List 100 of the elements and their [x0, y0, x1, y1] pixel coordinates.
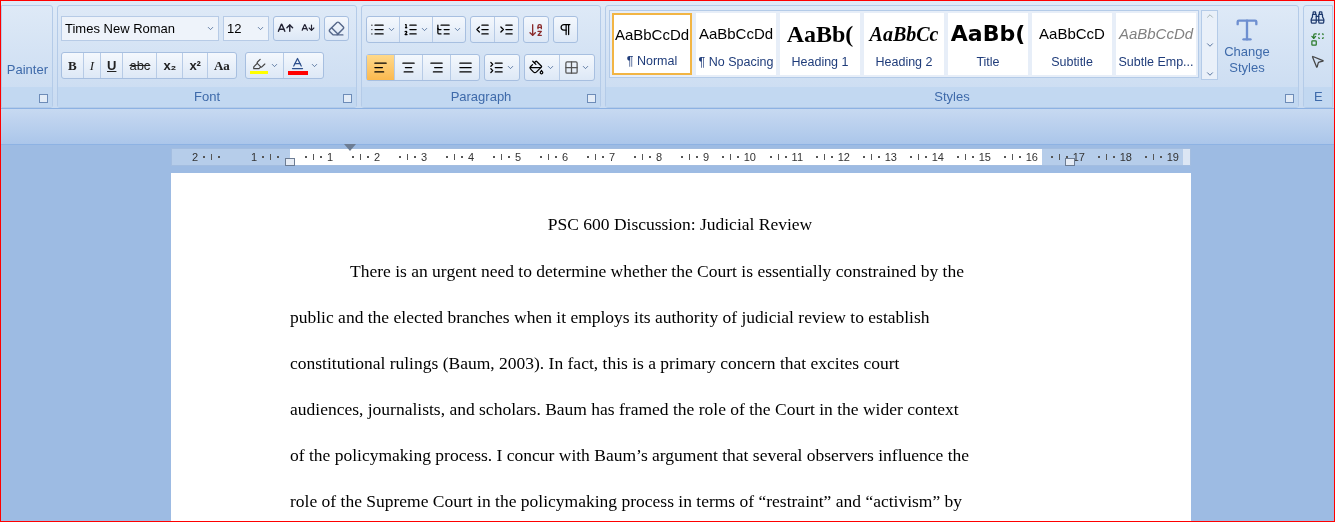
align-lines-icon	[401, 60, 416, 75]
change-styles-button[interactable]: Change Styles	[1222, 44, 1272, 76]
replace-icon[interactable]	[1310, 32, 1325, 47]
gallery-scrollbar[interactable]	[1201, 10, 1218, 80]
style-name: Heading 2	[875, 54, 933, 72]
dropdown-caret-icon	[546, 63, 555, 72]
ruler-number: 19	[1165, 149, 1180, 165]
ruler-number: 4	[466, 149, 475, 165]
increase-indent-icon[interactable]	[499, 22, 514, 37]
borders-icon[interactable]	[564, 60, 579, 75]
format-button[interactable]: Aa	[207, 53, 236, 78]
style-preview: AaBbCcD	[1039, 24, 1105, 44]
indent-marker-icon[interactable]	[285, 158, 295, 166]
document-title: PSC 600 Discussion: Judicial Review	[547, 214, 813, 234]
group-label: Paragraph	[450, 88, 512, 107]
style-name: Heading 1	[791, 54, 849, 72]
dropdown-caret-icon	[387, 25, 396, 34]
decrease-indent-icon[interactable]	[475, 22, 490, 37]
style-tile[interactable]: AaBbCc Heading 2	[864, 13, 944, 75]
body-text-line: of the policymaking process. I concur with Baum’s argument that several observers influence the	[290, 444, 970, 468]
style-preview: AaBbCcDd	[614, 25, 690, 45]
ruler-number: 12	[836, 149, 851, 165]
style-tile[interactable]: AaBbCcDd ¶ Normal	[612, 13, 692, 75]
select-icon[interactable]	[1310, 54, 1325, 69]
ruler-number: 3	[419, 149, 428, 165]
expand-gallery-icon[interactable]	[1204, 69, 1215, 79]
bullet-list-icon[interactable]	[370, 22, 385, 37]
format-button[interactable]: x₂	[157, 53, 184, 78]
style-preview: AaBbCcDd	[698, 24, 774, 44]
style-name: Subtitle	[1051, 54, 1093, 72]
ruler-number: 16	[1024, 149, 1039, 165]
ruler-number: 15	[977, 149, 992, 165]
align-lines-icon	[457, 60, 473, 75]
group-label: Styles	[934, 88, 970, 107]
format-button[interactable]: x²	[183, 53, 208, 78]
format-button[interactable]: U	[101, 53, 124, 78]
dropdown-caret-icon	[506, 63, 515, 72]
line-spacing-icon[interactable]	[489, 60, 504, 75]
ruler-number: 7	[607, 149, 616, 165]
body-text-line: constitutional rulings (Baum, 2003). In fact, this is a primary concern that excites court	[290, 352, 900, 376]
group-label: Font	[194, 88, 220, 107]
body-text-line: audiences, journalists, and scholars. Baum has framed the role of the Court in the wider context	[290, 398, 959, 422]
dropdown-caret-icon	[420, 25, 429, 34]
style-name: Subtle Emp...	[1118, 54, 1194, 72]
align-lines-icon	[429, 60, 444, 75]
ruler-number: 10	[742, 149, 757, 165]
style-tile[interactable]: AaBb( Heading 1	[780, 13, 860, 75]
numbered-list-icon[interactable]	[403, 22, 418, 37]
format-button[interactable]: abc	[123, 53, 158, 78]
highlight-color-swatch	[249, 71, 268, 74]
shading-icon[interactable]	[529, 60, 544, 75]
dropdown-caret-icon	[269, 61, 279, 70]
body-text-line: role of the Supreme Court in the policymaking process in terms of “restraint” and “activism” by	[290, 490, 963, 514]
ruler-number: 6	[560, 149, 569, 165]
dialog-launcher-icon[interactable]	[343, 94, 352, 103]
highlighter-icon[interactable]	[251, 57, 266, 71]
ruler-number: 1	[325, 149, 334, 165]
style-preview: AaBbCcDd	[1118, 24, 1194, 44]
font-name-field[interactable]: Times New Roman	[61, 16, 219, 41]
align-lines-icon	[373, 60, 388, 75]
font-color-icon[interactable]	[290, 56, 306, 71]
font-size-field[interactable]: 12	[223, 16, 269, 41]
style-preview: AaBbCc	[869, 22, 939, 47]
ruler-number: 2	[372, 149, 381, 165]
dropdown-caret-icon	[206, 24, 215, 33]
format-button[interactable]: I	[83, 53, 101, 78]
scroll-down-icon[interactable]	[1204, 40, 1215, 50]
ruler-number: 9	[701, 149, 710, 165]
find-icon[interactable]	[1310, 10, 1325, 25]
style-name: ¶ Normal	[626, 53, 678, 71]
dropdown-caret-icon	[581, 63, 590, 72]
group-label: E	[1314, 88, 1323, 107]
ruler-number: 11	[790, 149, 804, 165]
multilevel-list-icon[interactable]	[436, 22, 451, 37]
dropdown-caret-icon	[256, 24, 265, 33]
ruler-number: 2	[191, 149, 200, 165]
indent-marker-icon[interactable]	[1065, 158, 1075, 166]
align-button[interactable]	[367, 55, 395, 80]
style-preview: AaBb(	[950, 20, 1026, 48]
style-tile[interactable]: AaBbCcD Subtitle	[1032, 13, 1112, 75]
show-marks-icon[interactable]	[558, 22, 573, 37]
style-tile[interactable]: AaBbCcDd Subtle Emp...	[1116, 13, 1196, 75]
ruler-number: 1	[250, 149, 259, 165]
dialog-launcher-icon[interactable]	[1285, 94, 1294, 103]
ruler-number: 5	[513, 149, 522, 165]
ruler-number: 8	[654, 149, 663, 165]
ruler-number: 18	[1118, 149, 1133, 165]
ruler-number: 13	[883, 149, 898, 165]
body-text-line: There is an urgent need to determine whether the Court is essentially constrained by the	[349, 260, 964, 284]
dialog-launcher-icon[interactable]	[587, 94, 596, 103]
body-text-line: public and the elected branches when it employs its authority of judicial review to establish	[290, 306, 930, 330]
style-preview: AaBb(	[786, 20, 854, 48]
dialog-launcher-icon[interactable]	[39, 94, 48, 103]
sort-icon[interactable]	[528, 21, 544, 38]
format-button[interactable]: B	[62, 53, 84, 78]
style-tile[interactable]: AaBb( Title	[948, 13, 1028, 75]
indent-marker-icon[interactable]	[344, 144, 356, 151]
style-tile[interactable]: AaBbCcDd ¶ No Spacing	[696, 13, 776, 75]
style-name: ¶ No Spacing	[698, 54, 774, 72]
format-painter-label[interactable]: Painter	[6, 59, 48, 79]
